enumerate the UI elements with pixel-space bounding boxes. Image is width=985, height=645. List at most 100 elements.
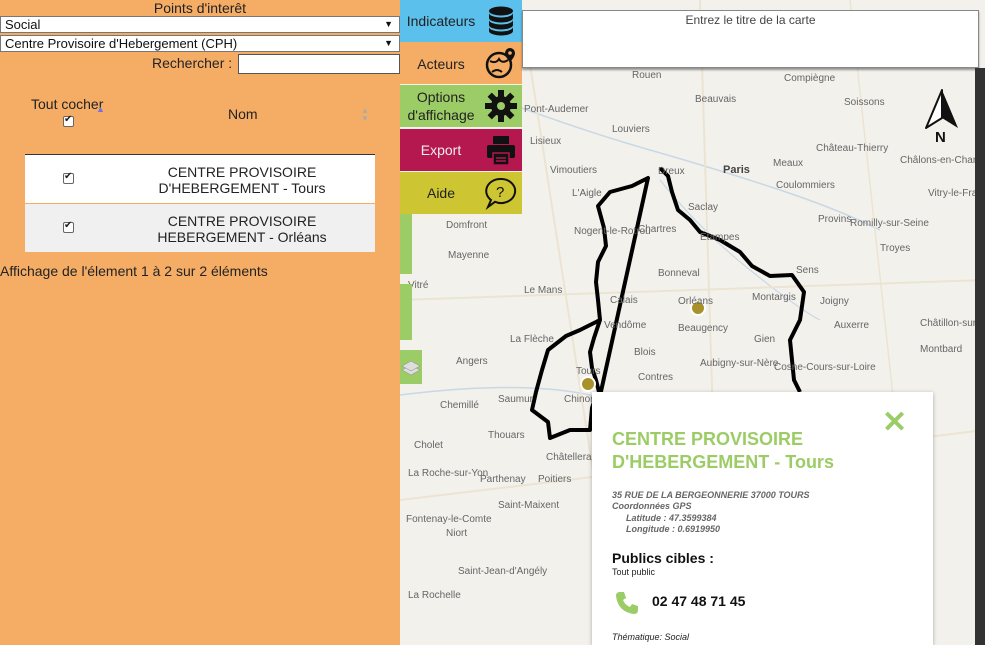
layers-button[interactable] — [400, 350, 422, 384]
map-label: Compiègne — [784, 73, 836, 84]
map-label: Coulommiers — [776, 180, 835, 191]
check-all-checkbox[interactable] — [63, 114, 74, 127]
row-checkbox[interactable] — [63, 220, 74, 233]
table-row[interactable]: CENTRE PROVISOIRE D'HEBERGEMENT - Tours — [25, 155, 375, 203]
popup-phone[interactable]: 02 47 48 71 45 — [652, 593, 745, 609]
tab-label: Acteurs — [417, 56, 465, 72]
map-label: Saclay — [688, 202, 719, 213]
globe-location-icon — [485, 48, 515, 79]
map-label: Saint-Jean-d'Angély — [458, 566, 548, 577]
map-label: L'Aigle — [572, 188, 602, 199]
category-select[interactable]: Centre Provisoire d'Hebergement (CPH) ▼ — [0, 35, 400, 52]
map-label: Meaux — [773, 158, 804, 169]
category-select-value: Centre Provisoire d'Hebergement (CPH) — [5, 36, 238, 51]
map-label: La Rochelle — [408, 590, 461, 601]
map-label: Chemillé — [440, 400, 479, 411]
map-label: Vendôme — [604, 320, 647, 331]
column-header-name[interactable]: Nom — [228, 106, 258, 122]
map-label: Montbard — [920, 344, 963, 355]
map-label: Mayenne — [448, 250, 490, 261]
tab-label: Options d'affichage — [407, 89, 475, 123]
row-checkbox[interactable] — [63, 171, 74, 184]
map-label: Chinon — [564, 394, 596, 405]
map-label: Angers — [456, 356, 488, 367]
map-label: La Roche-sur-Yon — [408, 468, 489, 479]
north-label: N — [935, 129, 946, 144]
tab-aide[interactable]: Aide ? — [400, 172, 522, 214]
dropdown-arrow-icon: ▼ — [384, 19, 393, 29]
map-label: Bonneval — [658, 268, 700, 279]
map-label: Étampes — [700, 232, 740, 243]
pagination-info: Affichage de l'élement 1 à 2 sur 2 éléme… — [0, 263, 268, 279]
map-label: Niort — [446, 528, 468, 539]
map-label: La Flèche — [510, 334, 554, 345]
poi-panel: Points d'interêt Social ▼ Centre Proviso… — [0, 0, 400, 645]
map-label: Troyes — [880, 243, 911, 254]
phone-icon — [616, 592, 638, 614]
map-label: Fontenay-le-Comte — [406, 514, 492, 525]
table-row[interactable]: CENTRE PROVISOIRE HEBERGEMENT - Orléans — [25, 204, 375, 252]
map-label: Saumur — [498, 394, 534, 405]
tab-acteurs[interactable]: Acteurs — [400, 42, 522, 84]
map-label: Joigny — [820, 296, 849, 307]
map-title-input[interactable]: Entrez le titre de la carte — [522, 10, 979, 68]
map-label: Rouen — [632, 70, 662, 81]
popup-thematique: Thématique: Social — [612, 632, 690, 642]
map-label: Romilly-sur-Seine — [850, 218, 929, 229]
tab-label: Indicateurs — [406, 13, 476, 29]
poi-popup: ✕ CENTRE PROVISOIRE D'HEBERGEMENT - Tour… — [592, 392, 933, 645]
printer-icon — [487, 136, 515, 166]
map-label: Saint-Maixent — [498, 500, 560, 511]
map-label: Montargis — [752, 292, 796, 303]
map-label: Dreux — [658, 166, 685, 177]
map-label: Provins — [818, 214, 852, 225]
help-bubble-icon: ? — [485, 177, 517, 210]
database-icon — [489, 6, 513, 36]
map-label: Pont-Audemer — [524, 104, 589, 115]
map-label: Beaugency — [678, 323, 729, 334]
sort-both-icon[interactable]: ▲ ▼ — [361, 107, 369, 123]
map-label: Louviers — [612, 124, 650, 135]
popup-latitude: Latitude : 47.3599384 — [626, 513, 717, 523]
popup-longitude: Longitude : 0.6919950 — [626, 524, 721, 534]
side-tool-button[interactable] — [400, 214, 412, 274]
theme-select-value: Social — [5, 17, 41, 32]
map-label: Soissons — [844, 97, 885, 108]
map-marker-tours — [580, 376, 596, 392]
tab-label: Aide — [426, 185, 456, 201]
map-label: Beauvais — [695, 94, 737, 105]
side-tool-button[interactable] — [400, 284, 412, 340]
map-label: Sens — [796, 265, 819, 276]
poi-table: CENTRE PROVISOIRE D'HEBERGEMENT - Tours … — [25, 154, 375, 252]
popup-publics-value: Tout public — [612, 567, 656, 577]
tab-indicateurs[interactable]: Indicateurs — [400, 0, 522, 42]
map-label: Cholet — [414, 440, 443, 451]
search-label: Rechercher : — [152, 55, 233, 71]
map-label: Auxerre — [834, 320, 870, 331]
svg-text:?: ? — [496, 184, 504, 201]
tab-export[interactable]: Export — [400, 129, 522, 171]
map-label: Lisieux — [530, 136, 562, 147]
map-label: Thouars — [488, 430, 525, 441]
map-label: Tours — [576, 366, 601, 377]
map-label: Orléans — [678, 296, 714, 307]
gear-icon — [485, 90, 517, 122]
theme-select[interactable]: Social ▼ — [0, 16, 400, 33]
north-arrow-icon: N — [924, 88, 960, 146]
tab-options-affichage[interactable]: Options d'affichage — [400, 85, 522, 127]
check-all-label: Tout cocher — [31, 96, 104, 112]
map-label: Domfront — [446, 220, 488, 231]
map-label: Le Mans — [524, 285, 563, 296]
map-title-placeholder: Entrez le titre de la carte — [685, 13, 816, 27]
map-label: Nogent-le-Rotrou — [574, 226, 651, 237]
row-name: CENTRE PROVISOIRE D'HEBERGEMENT - Tours — [158, 164, 326, 196]
row-name: CENTRE PROVISOIRE HEBERGEMENT - Orléans — [157, 213, 327, 245]
poi-panel-title: Points d'interêt — [153, 0, 247, 16]
sort-asc-icon[interactable]: ▲ — [96, 104, 105, 114]
map-label: Blois — [634, 347, 656, 358]
map-label: Vimoutiers — [550, 165, 598, 176]
map-frame-border — [975, 68, 985, 645]
search-input[interactable] — [238, 54, 400, 74]
layers-icon — [401, 360, 421, 376]
map-label: Paris — [723, 164, 750, 176]
